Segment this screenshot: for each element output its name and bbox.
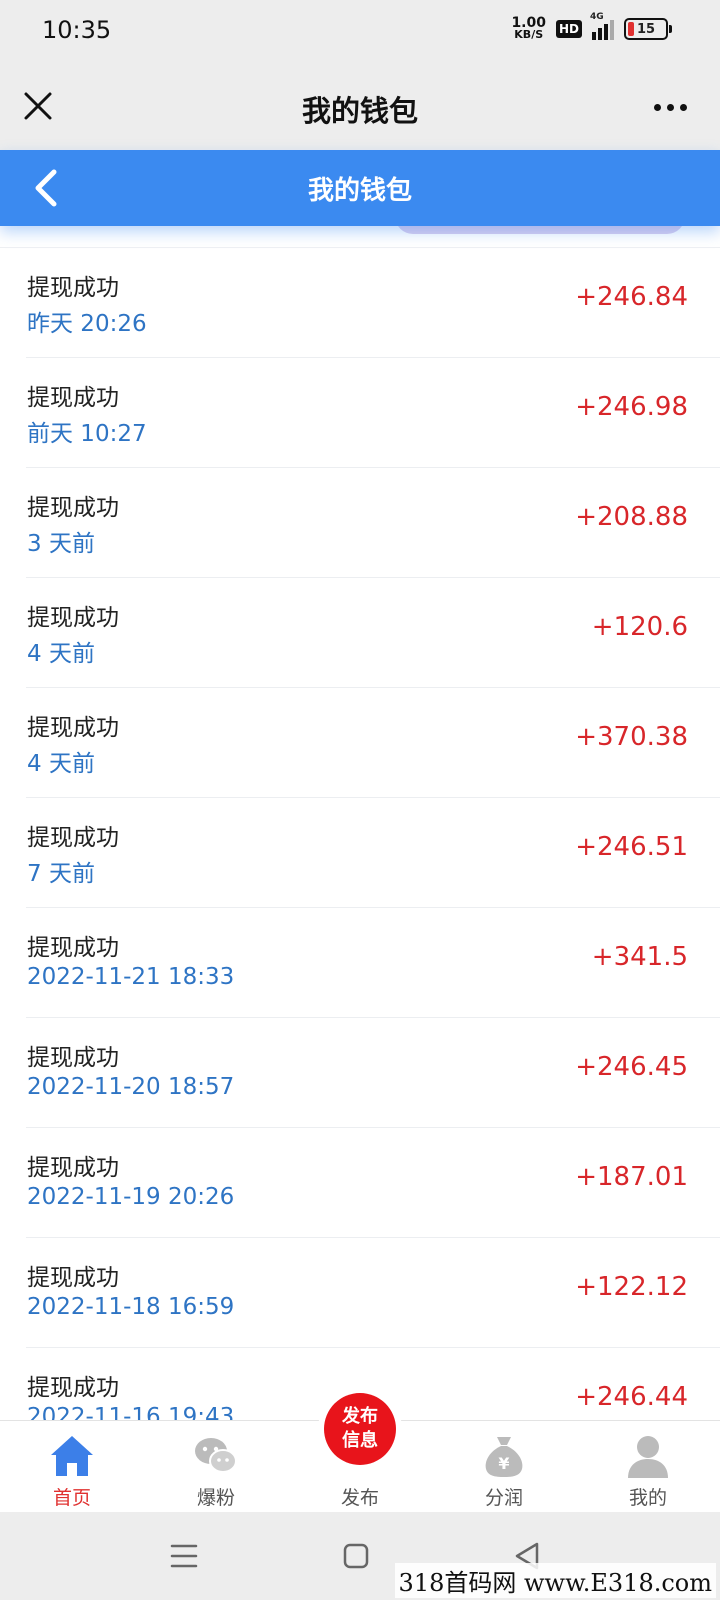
tab-mine-label: 我的 xyxy=(628,1487,667,1509)
home-icon xyxy=(51,1436,93,1476)
transaction-title: 提现成功 xyxy=(27,825,119,851)
more-icon[interactable] xyxy=(650,92,690,122)
transaction-title: 提现成功 xyxy=(27,275,119,301)
tab-fans-label: 爆粉 xyxy=(196,1487,235,1509)
tab-publish[interactable]: 发布 信息 发布 xyxy=(288,1387,432,1512)
wechat-icon xyxy=(195,1438,237,1473)
transaction-amount: +246.98 xyxy=(575,392,688,422)
battery-level: 15 xyxy=(636,21,656,37)
transaction-time: 7 天前 xyxy=(27,861,95,887)
money-bag-icon: ¥ xyxy=(485,1437,523,1477)
transaction-amount: +246.84 xyxy=(575,282,688,312)
transaction-amount: +341.5 xyxy=(591,942,688,972)
transaction-amount: +120.6 xyxy=(591,612,688,642)
tab-home[interactable]: 首页 xyxy=(0,1421,144,1512)
publish-button-line1: 发布 xyxy=(342,1406,378,1427)
tab-publish-label: 发布 xyxy=(340,1487,379,1509)
tab-profit[interactable]: ¥ 分润 xyxy=(432,1421,576,1512)
wechat-page-title: 我的钱包 xyxy=(301,94,418,128)
transaction-title: 提现成功 xyxy=(27,385,119,411)
transaction-time: 2022-11-16 19:43 xyxy=(27,1404,235,1420)
svg-text:¥: ¥ xyxy=(498,1454,509,1473)
tab-fans[interactable]: 爆粉 xyxy=(144,1421,288,1512)
transaction-row[interactable]: 提现成功 4 天前 +120.6 xyxy=(26,578,720,688)
transaction-title: 提现成功 xyxy=(27,1155,119,1181)
transaction-time: 前天 10:27 xyxy=(27,421,147,447)
transaction-time: 2022-11-19 20:26 xyxy=(27,1184,235,1210)
publish-button-line2: 信息 xyxy=(342,1430,378,1451)
publish-button[interactable]: 发布 信息 xyxy=(324,1393,396,1465)
transaction-title: 提现成功 xyxy=(27,1375,119,1401)
transaction-amount: +246.45 xyxy=(575,1052,688,1082)
user-icon xyxy=(628,1436,668,1478)
transaction-row[interactable]: 提现成功 7 天前 +246.51 xyxy=(26,798,720,908)
transaction-time: 4 天前 xyxy=(27,751,95,777)
transaction-row[interactable]: 提现成功 2022-11-21 18:33 +341.5 xyxy=(26,908,720,1018)
hd-icon: HD xyxy=(555,20,582,38)
bottom-tab-bar: 首页 爆粉 发布 信息 发布 ¥ 分润 我的 xyxy=(0,1387,720,1512)
transaction-row[interactable]: 提现成功 2022-11-20 18:57 +246.45 xyxy=(26,1018,720,1128)
transaction-amount: +187.01 xyxy=(575,1162,688,1192)
transaction-time: 3 天前 xyxy=(27,531,95,557)
transaction-row[interactable]: 提现成功昨天 20:26 +246.84 xyxy=(26,248,720,358)
status-time: 10:35 xyxy=(42,16,112,44)
tab-mine[interactable]: 我的 xyxy=(576,1421,720,1512)
transaction-time: 2022-11-18 16:59 xyxy=(27,1294,235,1320)
transaction-title: 提现成功 xyxy=(27,495,119,521)
transaction-row[interactable]: 提现成功 3 天前 +208.88 xyxy=(26,468,720,578)
tab-profit-label: 分润 xyxy=(484,1487,523,1509)
network-speed: 1.00 KB/S xyxy=(511,16,546,41)
transaction-amount: +370.38 xyxy=(575,722,688,752)
status-bar: 10:35 1.00 KB/S HD 4G 15 xyxy=(0,0,720,66)
transaction-title: 提现成功 xyxy=(27,715,119,741)
transaction-amount: +122.12 xyxy=(575,1272,688,1302)
transaction-row[interactable]: 提现成功 4 天前 +370.38 xyxy=(26,688,720,798)
transaction-time: 昨天 20:26 xyxy=(27,311,147,337)
system-nav-bar: 318首码网 www.E318.com xyxy=(0,1512,720,1600)
transaction-row[interactable]: 提现成功 2022-11-18 16:59 +122.12 xyxy=(26,1238,720,1348)
page-title: 我的钱包 xyxy=(307,176,412,206)
transaction-time: 4 天前 xyxy=(27,641,95,667)
page-header: 我的钱包 xyxy=(0,150,720,226)
tab-home-label: 首页 xyxy=(52,1487,91,1509)
transaction-row[interactable]: 提现成功 2022-11-19 20:26 +187.01 xyxy=(26,1128,720,1238)
transaction-time: 2022-11-20 18:57 xyxy=(27,1074,235,1100)
battery-icon: 15 xyxy=(624,18,672,40)
transaction-row[interactable]: 提现成功前天 10:27 +246.98 xyxy=(26,358,720,468)
home-square-icon[interactable] xyxy=(336,1536,376,1576)
transaction-amount: +208.88 xyxy=(575,502,688,532)
signal-icon: 4G xyxy=(590,12,614,40)
transaction-title: 提现成功 xyxy=(27,605,119,631)
transaction-title: 提现成功 xyxy=(27,1045,119,1071)
wechat-title-bar: 我的钱包 xyxy=(0,66,720,150)
transaction-list: 提现成功 昨天 20:26 +246.84 提现成功 前天 10:27 +246.98 提现… xyxy=(0,226,720,1420)
network-speed-unit: KB/S xyxy=(514,28,544,41)
transaction-title: 提现成功 xyxy=(27,1265,119,1291)
transaction-title: 提现成功 xyxy=(27,935,119,961)
status-icons: 1.00 KB/S HD 4G 15 xyxy=(511,12,672,41)
network-type: 4G xyxy=(590,12,604,22)
transaction-time: 2022-11-21 18:33 xyxy=(27,964,235,990)
transaction-amount: +246.44 xyxy=(575,1382,688,1412)
publish-button-ring: 发布 信息 xyxy=(318,1387,402,1471)
transaction-amount: +246.51 xyxy=(575,832,688,862)
watermark: 318首码网 www.E318.com xyxy=(394,1563,716,1598)
menu-icon[interactable] xyxy=(164,1536,204,1576)
